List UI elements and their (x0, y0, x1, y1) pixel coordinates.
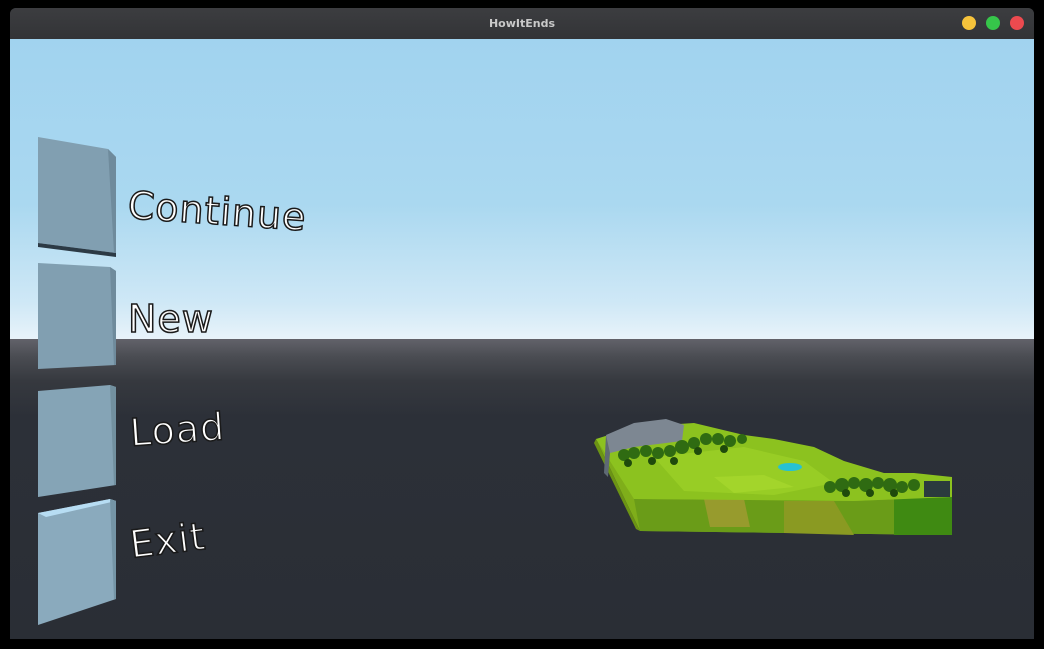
load-block[interactable] (38, 385, 116, 497)
menu-item-exit[interactable]: Exit (127, 513, 209, 567)
close-button[interactable] (1010, 16, 1024, 30)
continue-block[interactable] (38, 137, 116, 257)
exit-block[interactable] (38, 499, 116, 625)
new-block[interactable] (38, 263, 116, 369)
menu-item-load[interactable]: Load (128, 404, 228, 456)
window-controls (962, 16, 1024, 30)
minimize-button[interactable] (962, 16, 976, 30)
game-window: HowItEnds Continue New Load Exit (10, 8, 1034, 639)
game-viewport[interactable]: Continue New Load Exit (10, 39, 1034, 639)
title-bar[interactable]: HowItEnds (10, 8, 1034, 39)
terrain-preview (594, 419, 952, 535)
window-title: HowItEnds (488, 17, 556, 30)
menu-blocks (38, 137, 116, 625)
menu-item-new[interactable]: New (127, 296, 214, 342)
maximize-button[interactable] (986, 16, 1000, 30)
